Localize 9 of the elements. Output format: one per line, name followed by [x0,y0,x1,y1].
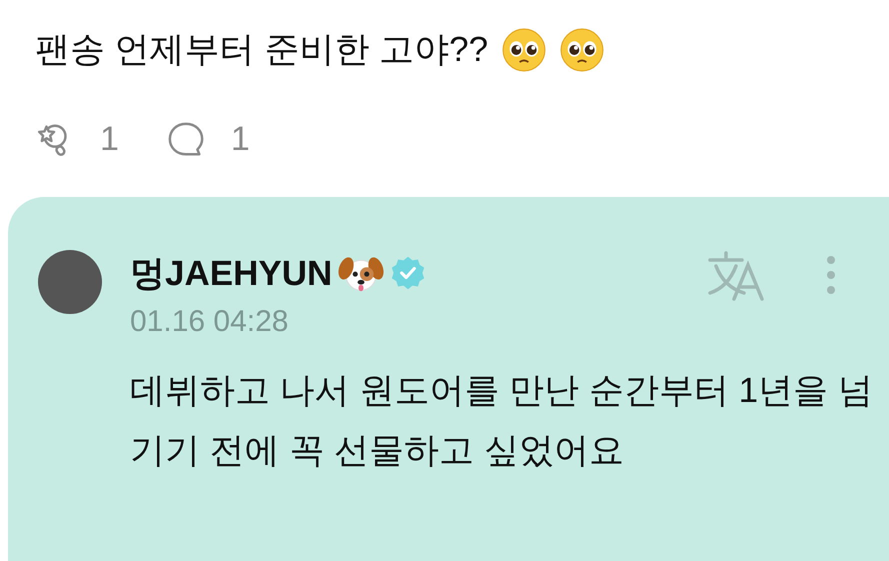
pleading-face-icon [560,28,604,72]
post-text: 팬송 언제부터 준비한 고야?? [35,29,488,71]
pleading-face-icon [502,28,546,72]
reply-text: 데뷔하고 나서 원도어를 만난 순간부터 1년을 넘기기 전에 꼭 선물하고 싶었어요 [130,370,874,472]
author-name[interactable]: 멍JAEHYUN [130,250,332,296]
comment-icon[interactable] [166,120,205,158]
reaction-count: 1 [100,120,119,159]
reaction-count: 1 [230,120,250,159]
reply-date: 01.16 04:28 [130,305,290,339]
